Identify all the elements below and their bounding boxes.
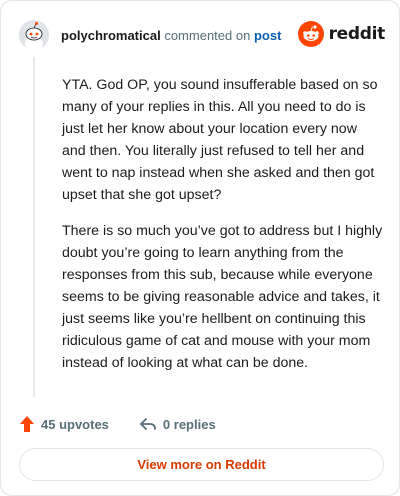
- post-link[interactable]: post: [254, 28, 281, 43]
- upvote-count: 45 upvotes: [41, 416, 109, 432]
- comment-paragraph: YTA. God OP, you sound insufferable base…: [62, 77, 378, 203]
- reply-button[interactable]: 0 replies: [139, 416, 216, 432]
- comment-paragraph: There is so much you’ve got to address b…: [62, 223, 383, 371]
- reddit-wordmark: reddit: [328, 24, 386, 44]
- byline: polychromatical commented on post: [61, 28, 281, 43]
- view-more-button[interactable]: View more on Reddit: [19, 448, 384, 481]
- reply-count: 0 replies: [162, 416, 216, 432]
- comment-header: polychromatical commented on post reddit: [19, 19, 385, 51]
- thread-line[interactable]: [33, 57, 35, 397]
- comment-embed-card: polychromatical commented on post reddit…: [0, 0, 400, 496]
- commented-on-text: commented on: [164, 27, 251, 43]
- reply-arrow-icon: [140, 418, 156, 430]
- upvote-button[interactable]: 45 upvotes: [19, 415, 109, 433]
- comment-actions: 45 upvotes 0 replies: [19, 413, 246, 435]
- snoo-avatar-icon[interactable]: [19, 20, 49, 50]
- reddit-brand[interactable]: reddit: [297, 21, 386, 47]
- upvote-arrow-icon: [20, 416, 34, 432]
- reddit-logo-icon: [297, 21, 324, 47]
- comment-body: YTA. God OP, you sound insufferable base…: [62, 74, 384, 388]
- username-link[interactable]: polychromatical: [61, 28, 161, 43]
